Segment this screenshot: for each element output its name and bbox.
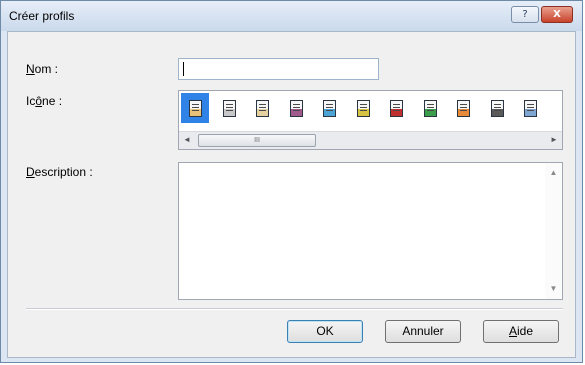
profile-icon-11[interactable]	[516, 93, 544, 123]
dialog-title: Créer profils	[9, 9, 75, 23]
document-icon	[322, 99, 336, 117]
description-label: Description :	[26, 165, 93, 179]
name-input[interactable]	[178, 58, 379, 80]
profile-icon-8[interactable]	[416, 93, 444, 123]
help-button[interactable]: Aide	[483, 320, 559, 343]
cancel-button[interactable]: Annuler	[385, 320, 461, 343]
profile-icon-7[interactable]	[382, 93, 410, 123]
close-button[interactable]: X	[541, 6, 573, 23]
profile-icon-10[interactable]	[483, 93, 511, 123]
document-icon	[222, 99, 236, 117]
document-icon	[356, 99, 370, 117]
name-label: Nom :	[26, 62, 59, 76]
scroll-right-arrow-icon[interactable]: ►	[546, 132, 562, 148]
document-icon	[255, 99, 269, 117]
profile-icon-2[interactable]	[215, 93, 243, 123]
profile-icon-6[interactable]	[349, 93, 377, 123]
document-icon	[523, 99, 537, 117]
scroll-thumb[interactable]: III	[198, 134, 316, 147]
profile-icon-3[interactable]	[248, 93, 276, 123]
text-caret	[183, 62, 184, 76]
ok-button[interactable]: OK	[287, 320, 363, 343]
document-icon	[456, 99, 470, 117]
dialog-body: Nom : Icône : ◄ III ► Description : ▲ ▼ …	[7, 31, 576, 358]
document-icon	[423, 99, 437, 117]
create-profiles-dialog: Créer profils ? X Nom : Icône : ◄ III ► …	[0, 0, 583, 363]
profile-icon-5[interactable]	[315, 93, 343, 123]
profile-icon-9[interactable]	[449, 93, 477, 123]
close-icon: X	[553, 9, 561, 20]
vertical-scrollbar[interactable]: ▲ ▼	[545, 163, 562, 299]
document-icon	[389, 99, 403, 117]
scroll-left-arrow-icon[interactable]: ◄	[179, 132, 195, 148]
description-textarea[interactable]: ▲ ▼	[178, 162, 563, 300]
document-icon	[289, 99, 303, 117]
title-bar[interactable]: Créer profils ? X	[1, 1, 582, 31]
icon-label: Icône :	[26, 94, 63, 108]
profile-icon-4[interactable]	[282, 93, 310, 123]
scroll-down-arrow-icon[interactable]: ▼	[545, 281, 562, 297]
scroll-up-arrow-icon[interactable]: ▲	[545, 165, 562, 181]
help-title-button[interactable]: ?	[511, 6, 539, 23]
horizontal-scrollbar[interactable]: ◄ III ►	[179, 131, 562, 149]
document-icon	[188, 99, 202, 117]
profile-icon-1[interactable]	[181, 93, 209, 123]
question-mark-icon: ?	[522, 9, 528, 20]
separator	[26, 308, 563, 310]
icon-list[interactable]: ◄ III ►	[178, 90, 563, 150]
document-icon	[490, 99, 504, 117]
